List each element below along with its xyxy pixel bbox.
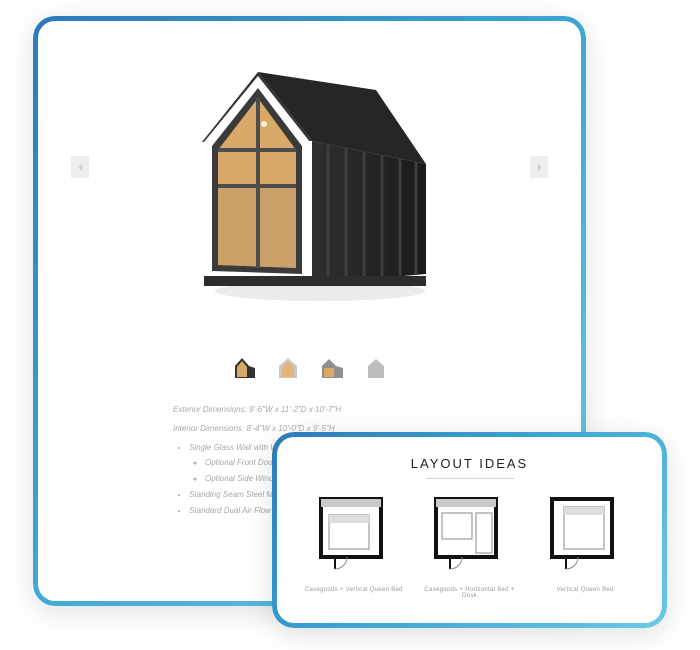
exterior-dimensions: Exterior Dimensions: 9'-6"W x 11'-2"D x … <box>173 404 576 417</box>
layout-card: LAYOUT IDEAS Casegoods + Vertical Queen … <box>272 432 667 628</box>
thumbnail[interactable] <box>231 356 257 380</box>
thumbnail[interactable] <box>275 356 301 380</box>
floorplan-caption: Vertical Queen Bed <box>535 587 635 593</box>
divider <box>426 478 514 479</box>
thumbnail-strip <box>43 356 576 380</box>
thumbnail[interactable] <box>363 356 389 380</box>
prev-arrow[interactable] <box>71 156 89 178</box>
product-image <box>180 46 440 306</box>
floorplan-caption: Casegoods + Horizontal Bed + Desk <box>419 587 519 599</box>
hero-gallery <box>43 26 576 326</box>
next-arrow[interactable] <box>530 156 548 178</box>
floorplan-row: Casegoods + Vertical Queen Bed Casegoods… <box>282 495 657 599</box>
layout-title: LAYOUT IDEAS <box>282 456 657 471</box>
floorplan[interactable]: Vertical Queen Bed <box>535 495 635 599</box>
floorplan-caption: Casegoods + Vertical Queen Bed <box>304 587 404 593</box>
floorplan[interactable]: Casegoods + Vertical Queen Bed <box>304 495 404 599</box>
thumbnail[interactable] <box>319 356 345 380</box>
floorplan[interactable]: Casegoods + Horizontal Bed + Desk <box>419 495 519 599</box>
